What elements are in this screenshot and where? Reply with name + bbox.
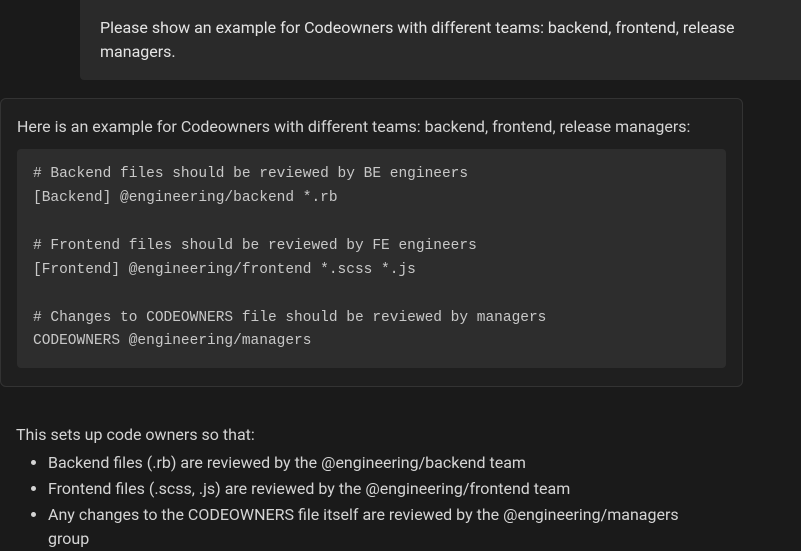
- bullet-list: Backend files (.rb) are reviewed by the …: [48, 451, 801, 551]
- code-block[interactable]: # Backend files should be reviewed by BE…: [17, 149, 726, 368]
- user-prompt-text: Please show an example for Codeowners wi…: [100, 18, 734, 61]
- assistant-message: Here is an example for Codeowners with d…: [0, 98, 743, 387]
- assistant-outro-text: This sets up code owners so that:: [16, 423, 801, 447]
- assistant-intro-text: Here is an example for Codeowners with d…: [17, 115, 726, 139]
- list-item: Any changes to the CODEOWNERS file itsel…: [48, 503, 801, 551]
- list-item: Frontend files (.scss, .js) are reviewed…: [48, 477, 801, 501]
- user-message: Please show an example for Codeowners wi…: [80, 0, 801, 80]
- list-item: Backend files (.rb) are reviewed by the …: [48, 451, 801, 475]
